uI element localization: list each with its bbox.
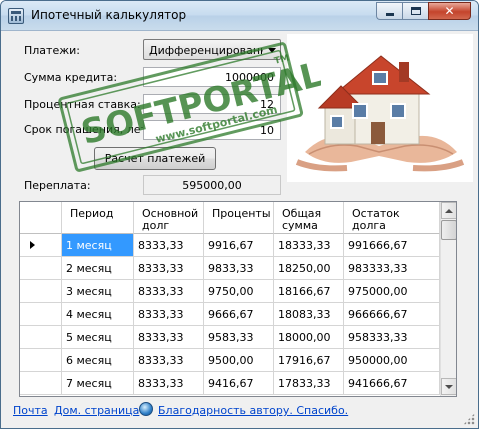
overpayment-value: 595000,00 [143,175,281,195]
row-header[interactable] [20,257,62,280]
loan-amount-label: Сумма кредита: [24,71,118,84]
interest-rate-label: Процентная ставка: [24,98,141,111]
cell-principal[interactable]: 8333,33 [134,303,204,326]
row-header[interactable] [20,349,62,372]
cell-interest[interactable]: 9750,00 [204,280,274,303]
table-row[interactable]: 3 месяц 8333,33 9750,00 18166,67 975000,00 [20,280,440,303]
cell-period[interactable]: 6 месяц [62,349,134,372]
minimize-icon [385,12,394,16]
cell-interest[interactable]: 9833,33 [204,257,274,280]
loan-amount-input[interactable]: 1000000 [143,67,281,87]
cell-balance[interactable]: 958333,33 [344,326,440,349]
column-header-interest-line1: Проценты [212,207,271,220]
cell-total[interactable]: 17916,67 [274,349,344,372]
cell-period[interactable]: 2 месяц [62,257,134,280]
table-row[interactable]: 7 месяц 8333,33 9416,67 17833,33 941666,67 [20,372,440,395]
row-header-corner [20,202,62,234]
table-row[interactable]: 4 месяц 8333,33 9666,67 18083,33 966666,67 [20,303,440,326]
cell-period[interactable]: 3 месяц [62,280,134,303]
mail-link[interactable]: Почта [13,404,48,417]
cell-balance[interactable]: 966666,67 [344,303,440,326]
column-header-balance-line2: долга [352,219,386,232]
cell-interest[interactable]: 9666,67 [204,303,274,326]
window-title: Ипотечный калькулятор [31,8,187,22]
column-header-balance[interactable]: Остаток долга [344,202,440,234]
cell-balance[interactable]: 941666,67 [344,372,440,395]
cell-period[interactable]: 7 месяц [62,372,134,395]
vertical-scrollbar[interactable] [440,202,456,396]
cell-interest[interactable]: 9500,00 [204,349,274,372]
cell-total[interactable]: 18083,33 [274,303,344,326]
current-row-arrow-icon [30,241,35,249]
cell-total[interactable]: 18333,33 [274,234,344,257]
table-row[interactable]: 5 месяц 8333,33 9583,33 18000,00 958333,33 [20,326,440,349]
column-header-total[interactable]: Общая сумма [274,202,344,234]
title-bar[interactable]: Ипотечный калькулятор ✕ [1,1,478,31]
interest-rate-input[interactable]: 12 [143,94,281,114]
caption-buttons: ✕ [376,2,471,20]
arrow-up-icon [445,208,453,213]
close-button[interactable]: ✕ [428,2,471,20]
cell-balance[interactable]: 983333,33 [344,257,440,280]
payments-table[interactable]: Период Основной долг Проценты Общая сумм… [19,201,457,397]
payments-label: Платежи: [24,44,80,57]
table-row[interactable]: 1 месяц 8333,33 9916,67 18333,33 991666,67 [20,234,440,257]
cell-total[interactable]: 18166,67 [274,280,344,303]
cell-period[interactable]: 5 месяц [62,326,134,349]
table-row[interactable]: 2 месяц 8333,33 9833,33 18250,00 983333,33 [20,257,440,280]
cell-principal[interactable]: 8333,33 [134,349,204,372]
column-header-period[interactable]: Период [62,202,134,234]
overpayment-label: Переплата: [24,179,91,192]
row-header[interactable] [20,234,62,257]
cell-interest[interactable]: 9416,67 [204,372,274,395]
cell-principal[interactable]: 8333,33 [134,280,204,303]
scroll-down-button[interactable] [441,378,456,395]
calculate-payments-button[interactable]: Расчет платежей [94,147,216,170]
column-header-total-line2: сумма [282,219,318,232]
thanks-author-link[interactable]: Благодарность автору. Спасибо. [158,404,348,417]
scroll-thumb[interactable] [441,220,456,240]
column-header-principal[interactable]: Основной долг [134,202,204,234]
column-header-principal-line2: долг [142,219,170,232]
maximize-button[interactable] [402,2,428,20]
close-icon: ✕ [444,4,455,18]
cell-interest[interactable]: 9916,67 [204,234,274,257]
cell-period[interactable]: 1 месяц [62,234,134,257]
cell-principal[interactable]: 8333,33 [134,234,204,257]
app-window: Ипотечный калькулятор ✕ Платежи: Сумма к… [0,0,479,429]
cell-balance[interactable]: 975000,00 [344,280,440,303]
payments-type-value: Дифференцированные [149,44,263,57]
cell-total[interactable]: 18000,00 [274,326,344,349]
chevron-down-icon [268,48,276,53]
cell-principal[interactable]: 8333,33 [134,257,204,280]
cell-interest[interactable]: 9583,33 [204,326,274,349]
table-row[interactable]: 6 месяц 8333,33 9500,00 17916,67 950000,00 [20,349,440,372]
maximize-icon [410,7,421,15]
payments-type-select[interactable]: Дифференцированные [143,39,281,60]
row-header[interactable] [20,303,62,326]
cell-principal[interactable]: 8333,33 [134,372,204,395]
row-header[interactable] [20,372,62,395]
resize-grip[interactable] [463,413,475,425]
scroll-up-button[interactable] [441,202,456,219]
cell-principal[interactable]: 8333,33 [134,326,204,349]
calculator-icon [8,8,24,24]
column-header-interest[interactable]: Проценты [204,202,274,234]
cell-total[interactable]: 18250,00 [274,257,344,280]
cell-balance[interactable]: 950000,00 [344,349,440,372]
column-header-period-line1: Период [70,207,114,220]
row-header[interactable] [20,326,62,349]
loan-term-input[interactable]: 10 [143,120,281,140]
house-in-hands-image [287,34,473,182]
homepage-link[interactable]: Дом. страница [54,404,139,417]
cell-total[interactable]: 17833,33 [274,372,344,395]
arrow-down-icon [445,384,453,389]
globe-icon [139,402,153,416]
cell-period[interactable]: 4 месяц [62,303,134,326]
loan-term-label: Срок погашения, лет [24,123,147,136]
cell-balance[interactable]: 991666,67 [344,234,440,257]
row-header[interactable] [20,280,62,303]
minimize-button[interactable] [376,2,402,20]
